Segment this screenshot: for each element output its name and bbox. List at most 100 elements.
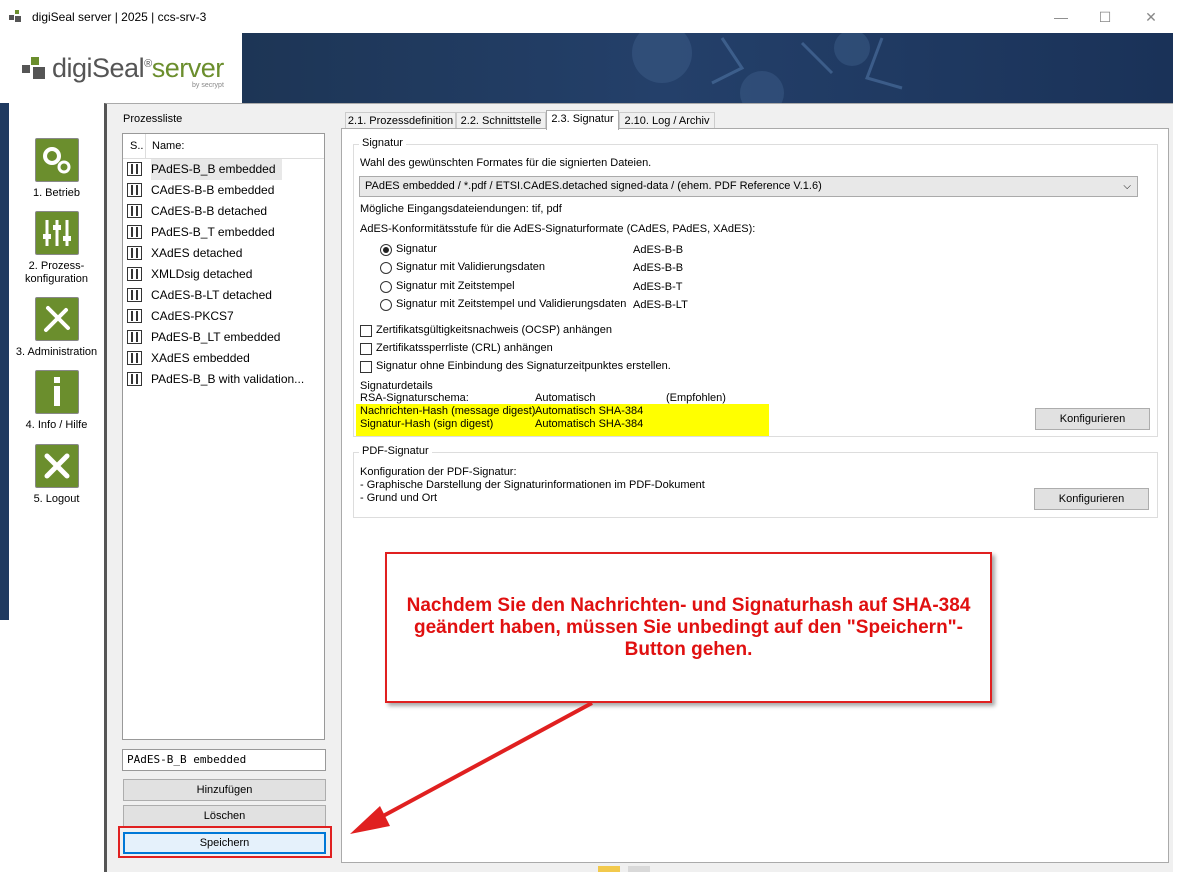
option-checkbox[interactable] <box>360 325 372 337</box>
process-status-icon <box>127 183 142 197</box>
conformance-label: Signatur mit Zeitstempel und Validierung… <box>396 298 627 310</box>
tab-prozessdefinition[interactable]: 2.1. Prozessdefinition <box>345 112 456 129</box>
process-name: XMLDsig detached <box>151 267 253 281</box>
process-name: PAdES-B_T embedded <box>151 225 275 239</box>
tab-signatur[interactable]: 2.3. Signatur <box>546 110 619 130</box>
process-name: PAdES-B_LT embedded <box>151 330 281 344</box>
process-list-item[interactable]: CAdES-B-B embedded <box>123 180 324 201</box>
process-list-item[interactable]: PAdES-B_LT embedded <box>123 327 324 348</box>
process-status-icon <box>127 162 142 176</box>
conformance-radio[interactable] <box>380 299 392 311</box>
process-name-input[interactable]: PAdES-B_B embedded <box>122 749 326 771</box>
conformance-value: AdES-B-T <box>633 281 683 293</box>
conformance-value: AdES-B-LT <box>633 299 688 311</box>
right-edge <box>1173 103 1177 872</box>
tab-log-archiv[interactable]: 2.10. Log / Archiv <box>619 112 715 129</box>
process-list-item[interactable]: CAdES-PKCS7 <box>123 306 324 327</box>
detail-key: RSA-Signaturschema: <box>360 392 469 404</box>
conformance-radio[interactable] <box>380 281 392 293</box>
nav-item-betrieb[interactable]: 1. Betrieb <box>9 138 104 200</box>
process-list-item[interactable]: XAdES detached <box>123 243 324 264</box>
nav-label: 4. Info / Hilfe <box>25 419 88 431</box>
nav-item-prozesskonfiguration[interactable]: 2. Prozess-konfiguration <box>9 211 104 286</box>
process-list-header: S.. Name: <box>123 134 324 159</box>
conformance-label: Signatur mit Validierungsdaten <box>396 261 545 273</box>
option-checkbox[interactable] <box>360 343 372 355</box>
process-list-item[interactable]: CAdES-B-B detached <box>123 201 324 222</box>
conformance-prompt: AdES-Konformitätsstufe für die AdES-Sign… <box>360 223 756 235</box>
format-select[interactable]: PAdES embedded / *.pdf / ETSI.CAdES.deta… <box>359 176 1138 197</box>
process-name: XAdES detached <box>151 246 243 260</box>
info-icon <box>34 370 79 414</box>
nav-item-logout[interactable]: 5. Logout <box>9 444 104 506</box>
detail-value: Automatisch SHA-384 <box>535 418 644 430</box>
process-list-item[interactable]: CAdES-B-LT detached <box>123 285 324 306</box>
process-list-item[interactable]: XMLDsig detached <box>123 264 324 285</box>
nav-item-info-hilfe[interactable]: 4. Info / Hilfe <box>9 370 104 432</box>
detail-value: Automatisch SHA-384 <box>535 405 644 417</box>
add-button[interactable]: Hinzufügen <box>123 779 326 801</box>
main-navigation: 1. Betrieb 2. Prozess-konfiguration 3. A… <box>9 103 104 872</box>
app-icon <box>9 10 23 24</box>
pdf-signatur-group-title: PDF-Signatur <box>359 445 432 457</box>
process-name: CAdES-B-LT detached <box>151 288 272 302</box>
process-list[interactable]: S.. Name: PAdES-B_B embedded CAdES-B-B em… <box>122 133 325 740</box>
tab-schnittstelle[interactable]: 2.2. Schnittstelle <box>456 112 546 129</box>
brand-byline: by secrypt <box>192 82 224 89</box>
detail-key: Signatur-Hash (sign digest) <box>360 418 494 430</box>
option-label: Zertifikatsgültigkeitsnachweis (OCSP) an… <box>376 324 613 336</box>
process-list-rows: PAdES-B_B embedded CAdES-B-B embedded CAdE… <box>123 159 324 390</box>
process-list-item[interactable]: PAdES-B_T embedded <box>123 222 324 243</box>
process-name: CAdES-B-B embedded <box>151 183 275 197</box>
process-list-item[interactable]: PAdES-B_B embedded <box>123 159 324 180</box>
instruction-callout: Nachdem Sie den Nachrichten- und Signatu… <box>385 552 992 703</box>
chevron-down-icon: ⌵ <box>1123 181 1131 192</box>
details-title: Signaturdetails <box>360 380 433 392</box>
tools-icon <box>34 297 79 341</box>
pdf-config-line2: - Graphische Darstellung der Signaturinf… <box>360 479 705 491</box>
option-checkbox[interactable] <box>360 361 372 373</box>
detail-note: (Empfohlen) <box>666 392 726 404</box>
brand-logo: digiSeal®server by secrypt <box>0 33 242 103</box>
prozessliste-title: Prozessliste <box>123 113 183 125</box>
minimize-button[interactable]: — <box>1046 6 1076 28</box>
column-name-header[interactable]: Name: <box>152 140 184 152</box>
detail-value: Automatisch <box>535 392 596 404</box>
process-name: PAdES-B_B with validation... <box>151 372 305 386</box>
extensions-text: Mögliche Eingangsdateiendungen: tif, pdf <box>360 203 562 215</box>
process-name: CAdES-PKCS7 <box>151 309 234 323</box>
title-bar: digiSeal server | 2025 | ccs-srv-3 — ☐ ✕ <box>0 0 1177 33</box>
configure-pdf-button[interactable]: Konfigurieren <box>1034 488 1149 510</box>
sliders-icon <box>34 211 79 255</box>
column-status-header[interactable]: S.. <box>130 140 143 152</box>
conformance-label: Signatur mit Zeitstempel <box>396 280 515 292</box>
process-list-item[interactable]: PAdES-B_B with validation... <box>123 369 324 390</box>
pdf-config-line3: - Grund und Ort <box>360 492 438 504</box>
process-status-icon <box>127 225 142 239</box>
option-label: Zertifikatssperrliste (CRL) anhängen <box>376 342 553 354</box>
nav-label: 1. Betrieb <box>32 187 81 199</box>
conformance-radio[interactable] <box>380 244 392 256</box>
configure-signature-button[interactable]: Konfigurieren <box>1035 408 1150 430</box>
nav-label: 2. Prozess-konfiguration <box>25 260 88 285</box>
conformance-radio[interactable] <box>380 262 392 274</box>
header-banner <box>242 33 1173 103</box>
process-list-item[interactable]: XAdES embedded <box>123 348 324 369</box>
process-status-icon <box>127 309 142 323</box>
left-edge-strip <box>0 103 9 620</box>
process-name: CAdES-B-B detached <box>151 204 268 218</box>
process-status-icon <box>127 288 142 302</box>
format-selected-value: PAdES embedded / *.pdf / ETSI.CAdES.deta… <box>365 180 822 192</box>
pdf-config-line1: Konfiguration der PDF-Signatur: <box>360 466 517 478</box>
process-name: XAdES embedded <box>151 351 250 365</box>
delete-button[interactable]: Löschen <box>123 805 326 827</box>
nav-item-administration[interactable]: 3. Administration <box>9 297 104 359</box>
maximize-button[interactable]: ☐ <box>1090 6 1120 28</box>
process-status-icon <box>127 330 142 344</box>
process-status-icon <box>127 267 142 281</box>
process-status-icon <box>127 246 142 260</box>
close-window-button[interactable]: ✕ <box>1136 6 1166 28</box>
save-button-highlight <box>118 826 332 858</box>
window-title: digiSeal server | 2025 | ccs-srv-3 <box>32 10 207 24</box>
conformance-value: AdES-B-B <box>633 244 684 256</box>
